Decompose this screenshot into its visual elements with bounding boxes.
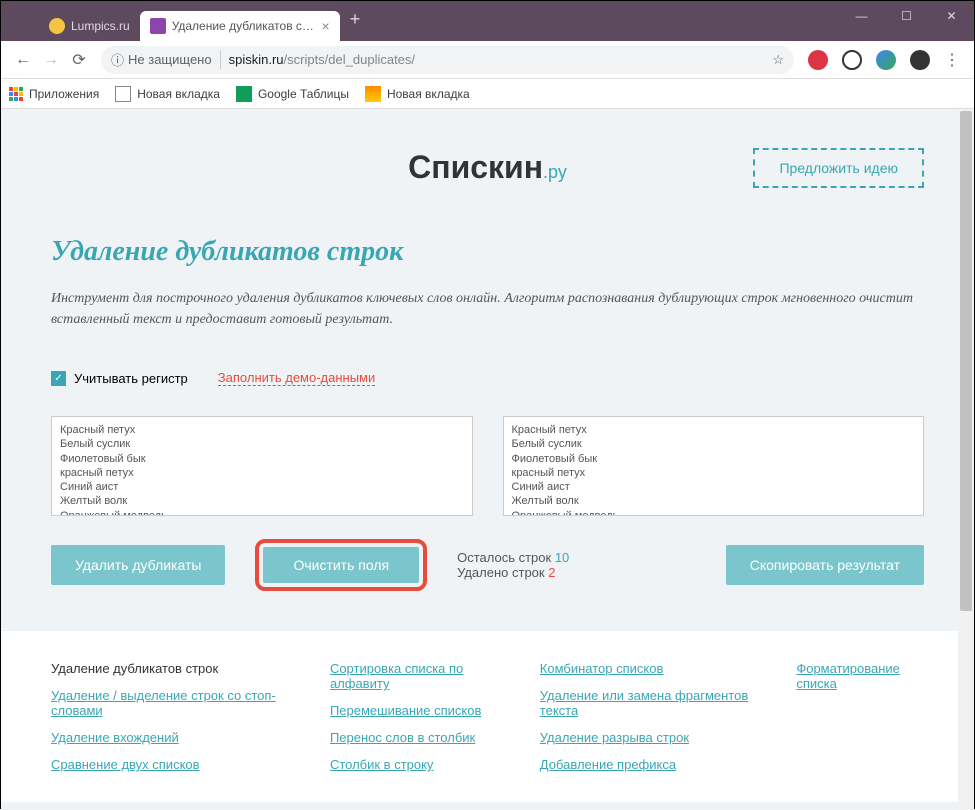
forward-button[interactable]: → — [37, 46, 65, 74]
suggest-idea-button[interactable]: Предложить идею — [753, 148, 924, 188]
scrollbar[interactable] — [958, 109, 974, 810]
checkbox-label: Учитывать регистр — [74, 371, 188, 386]
info-icon: ⓘ — [111, 50, 124, 69]
remove-duplicates-button[interactable]: Удалить дубликаты — [51, 545, 225, 585]
close-icon[interactable]: × — [322, 18, 330, 34]
maximize-button[interactable]: ☐ — [884, 1, 929, 31]
options-row: ✓ Учитывать регистр Заполнить демо-данны… — [51, 370, 924, 386]
clear-fields-button[interactable]: Очистить поля — [263, 547, 419, 583]
page-content: Спискин.ру Предложить идею Удаление дубл… — [1, 109, 974, 810]
footer-link[interactable]: Сортировка списка по алфавиту — [330, 661, 500, 691]
page-icon — [115, 86, 131, 102]
footer-link[interactable]: Перемешивание списков — [330, 703, 500, 718]
extension-icon[interactable] — [842, 50, 862, 70]
footer-links: Удаление дубликатов строк Удаление / выд… — [1, 631, 974, 802]
minimize-button[interactable]: ― — [839, 1, 884, 31]
footer-link[interactable]: Удаление вхождений — [51, 730, 290, 745]
browser-titlebar: Lumpics.ru Удаление дубликатов строк - у… — [1, 1, 974, 41]
close-window-button[interactable]: ✕ — [929, 1, 974, 31]
back-button[interactable]: ← — [9, 46, 37, 74]
browser-tab[interactable]: Lumpics.ru — [39, 11, 140, 41]
tab-title: Lumpics.ru — [71, 19, 130, 33]
scrollbar-thumb[interactable] — [960, 111, 972, 611]
footer-link[interactable]: Форматирование списка — [796, 661, 924, 691]
actions-row: Удалить дубликаты Очистить поля Осталось… — [51, 539, 924, 591]
footer-link[interactable]: Удаление или замена фрагментов текста — [540, 688, 757, 718]
window-controls: ― ☐ ✕ — [839, 1, 974, 31]
extension-icon[interactable] — [876, 50, 896, 70]
new-tab-button[interactable]: + — [340, 9, 371, 30]
extension-icon[interactable] — [808, 50, 828, 70]
footer-link[interactable]: Перенос слов в столбик — [330, 730, 500, 745]
copy-result-button[interactable]: Скопировать результат — [726, 545, 924, 585]
footer-link[interactable]: Добавление префикса — [540, 757, 757, 772]
sheets-icon — [236, 86, 252, 102]
checkbox-icon: ✓ — [51, 371, 66, 386]
bookmark-item[interactable]: Google Таблицы — [236, 86, 349, 102]
security-info[interactable]: ⓘ Не защищено — [111, 50, 221, 69]
reload-button[interactable]: ⟳ — [65, 46, 93, 74]
tab-title: Удаление дубликатов строк - у... — [172, 19, 316, 33]
tab-favicon — [150, 18, 166, 34]
bookmark-item[interactable]: Новая вкладка — [365, 86, 470, 102]
url-field[interactable]: ⓘ Не защищено spiskin.ru/scripts/del_dup… — [101, 46, 794, 74]
footer-link[interactable]: Комбинатор списков — [540, 661, 757, 676]
footer-link[interactable]: Удаление / выделение строк со стоп-слова… — [51, 688, 290, 718]
demo-data-link[interactable]: Заполнить демо-данными — [218, 370, 375, 386]
page-description: Инструмент для построчного удаления дубл… — [51, 288, 924, 330]
url-text: spiskin.ru/scripts/del_duplicates/ — [229, 52, 415, 67]
menu-icon[interactable]: ⋮ — [944, 50, 960, 70]
page-icon — [365, 86, 381, 102]
security-label: Не защищено — [128, 52, 212, 67]
input-textarea[interactable] — [51, 416, 473, 516]
output-textarea[interactable] — [503, 416, 925, 516]
apps-grid-icon — [9, 87, 23, 101]
footer-link[interactable]: Сравнение двух списков — [51, 757, 290, 772]
page-title: Удаление дубликатов строк — [51, 236, 924, 268]
address-bar: ← → ⟳ ⓘ Не защищено spiskin.ru/scripts/d… — [1, 41, 974, 79]
bookmark-item[interactable]: Новая вкладка — [115, 86, 220, 102]
footer-heading: Удаление дубликатов строк — [51, 661, 290, 676]
footer-link[interactable]: Столбик в строку — [330, 757, 500, 772]
remaining-count: 10 — [555, 550, 569, 565]
clear-button-highlight: Очистить поля — [255, 539, 427, 591]
bookmarks-bar: Приложения Новая вкладка Google Таблицы … — [1, 79, 974, 109]
site-logo[interactable]: Спискин.ру — [408, 149, 567, 186]
browser-tab-active[interactable]: Удаление дубликатов строк - у... × — [140, 11, 340, 41]
tab-favicon — [49, 18, 65, 34]
extension-icons: ⋮ — [802, 50, 966, 70]
page-header: Спискин.ру Предложить идею — [51, 149, 924, 186]
apps-button[interactable]: Приложения — [9, 87, 99, 101]
footer-link[interactable]: Удаление разрыва строк — [540, 730, 757, 745]
star-icon[interactable]: ☆ — [772, 52, 784, 68]
text-columns — [51, 416, 924, 521]
removed-count: 2 — [548, 565, 555, 580]
stats-block: Осталось строк 10 Удалено строк 2 — [457, 550, 696, 580]
profile-avatar[interactable] — [910, 50, 930, 70]
case-sensitive-checkbox[interactable]: ✓ Учитывать регистр — [51, 371, 188, 386]
